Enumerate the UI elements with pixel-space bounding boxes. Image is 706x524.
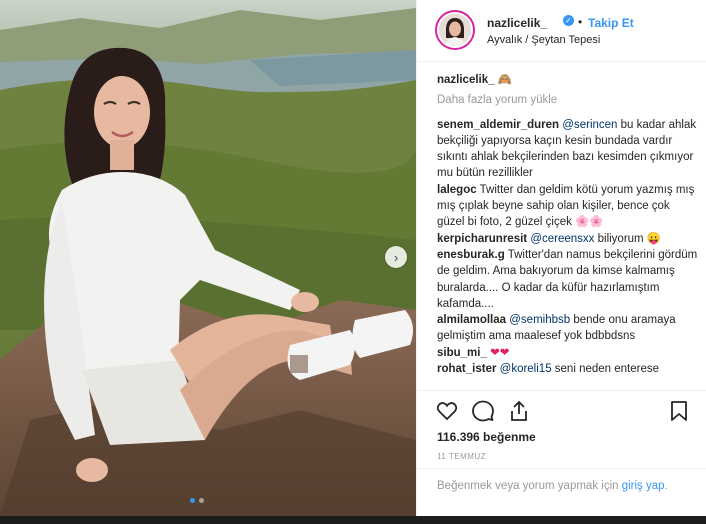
comment-username[interactable]: sibu_mi_ <box>437 347 487 359</box>
bookmark-icon[interactable] <box>667 399 691 423</box>
load-more-comments[interactable]: Daha fazla yorum yükle <box>437 92 699 108</box>
post-photo[interactable]: › <box>0 0 416 516</box>
comment-mention[interactable]: @serincen <box>562 119 617 131</box>
header-username[interactable]: nazlicelik_ <box>487 16 547 30</box>
comment-item: senem_aldemir_duren @serincen bu kadar a… <box>437 117 699 182</box>
carousel-indicator <box>190 498 204 503</box>
photo-illustration <box>0 0 416 516</box>
login-text: Beğenmek veya yorum yapmak için giriş ya… <box>437 479 677 494</box>
post-date[interactable]: 11 TEMMUZ <box>437 452 486 461</box>
instagram-post: › nazlicelik_ ✓ • Takip Et Ayvalık / Şey… <box>0 0 706 524</box>
comment-item: lalegoc Twitter dan geldim kötü yorum ya… <box>437 182 699 231</box>
comment-username[interactable]: rohat_ister <box>437 363 496 375</box>
likes-count[interactable]: 116.396 beğenme <box>437 430 536 444</box>
avatar[interactable] <box>435 10 475 50</box>
action-bar <box>417 390 706 430</box>
comment-item: rohat_ister @koreli15 seni neden enteres… <box>437 361 699 377</box>
heart-emoji-icon: ❤❤ <box>490 346 510 359</box>
verified-badge-icon: ✓ <box>563 15 574 26</box>
comment-item: sibu_mi_ ❤❤ <box>437 345 699 361</box>
comment-item: kerpicharunresit @cereensxx biliyorum 😛 <box>437 231 699 247</box>
avatar-image <box>439 14 471 46</box>
blossom-icon: 🌸🌸 <box>575 216 604 229</box>
comment-username[interactable]: kerpicharunresit <box>437 233 527 245</box>
post-header: nazlicelik_ ✓ • Takip Et Ayvalık / Şeyta… <box>417 0 706 62</box>
carousel-next-button[interactable]: › <box>385 246 407 268</box>
bottom-strip <box>0 516 706 524</box>
comment-username[interactable]: lalegoc <box>437 184 477 196</box>
heart-icon[interactable] <box>435 399 459 423</box>
comment-mention[interactable]: @koreli15 <box>500 363 552 375</box>
location-link[interactable]: Ayvalık / Şeytan Tepesi <box>487 34 600 46</box>
share-icon[interactable] <box>507 399 531 423</box>
tongue-face-icon: 😛 <box>646 232 662 245</box>
comment-mention[interactable]: @semihbsb <box>509 314 570 326</box>
comments-list[interactable]: nazlicelik_ 🙈 Daha fazla yorum yükle sen… <box>437 72 699 390</box>
caption-username[interactable]: nazlicelik_ <box>437 74 495 86</box>
comment-username[interactable]: enesburak.g <box>437 249 505 261</box>
login-prompt: Beğenmek veya yorum yapmak için giriş ya… <box>417 468 706 516</box>
comment-username[interactable]: senem_aldemir_duren <box>437 119 559 131</box>
header-separator: • <box>578 15 583 29</box>
comment-mention[interactable]: @cereensxx <box>530 233 594 245</box>
chevron-right-icon: › <box>393 249 399 265</box>
login-prefix: Beğenmek veya yorum yapmak için <box>437 480 622 492</box>
comment-item: enesburak.g Twitter'dan namus bekçilerin… <box>437 247 699 312</box>
comment-text: biliyorum <box>594 232 644 245</box>
caption: nazlicelik_ 🙈 <box>437 72 699 88</box>
comment-item: almilamollaa @semihbsb bende onu aramaya… <box>437 312 699 345</box>
login-link[interactable]: giriş yap <box>622 480 665 492</box>
comment-icon[interactable] <box>471 399 495 423</box>
carousel-dot <box>199 498 204 503</box>
carousel-dot <box>190 498 195 503</box>
comment-text: seni neden enterese <box>551 363 660 376</box>
login-suffix: . <box>664 480 668 492</box>
see-no-evil-icon: 🙈 <box>497 74 513 86</box>
follow-button[interactable]: Takip Et <box>588 16 634 30</box>
comment-username[interactable]: almilamollaa <box>437 314 506 326</box>
post-sidebar: nazlicelik_ ✓ • Takip Et Ayvalık / Şeyta… <box>416 0 706 516</box>
